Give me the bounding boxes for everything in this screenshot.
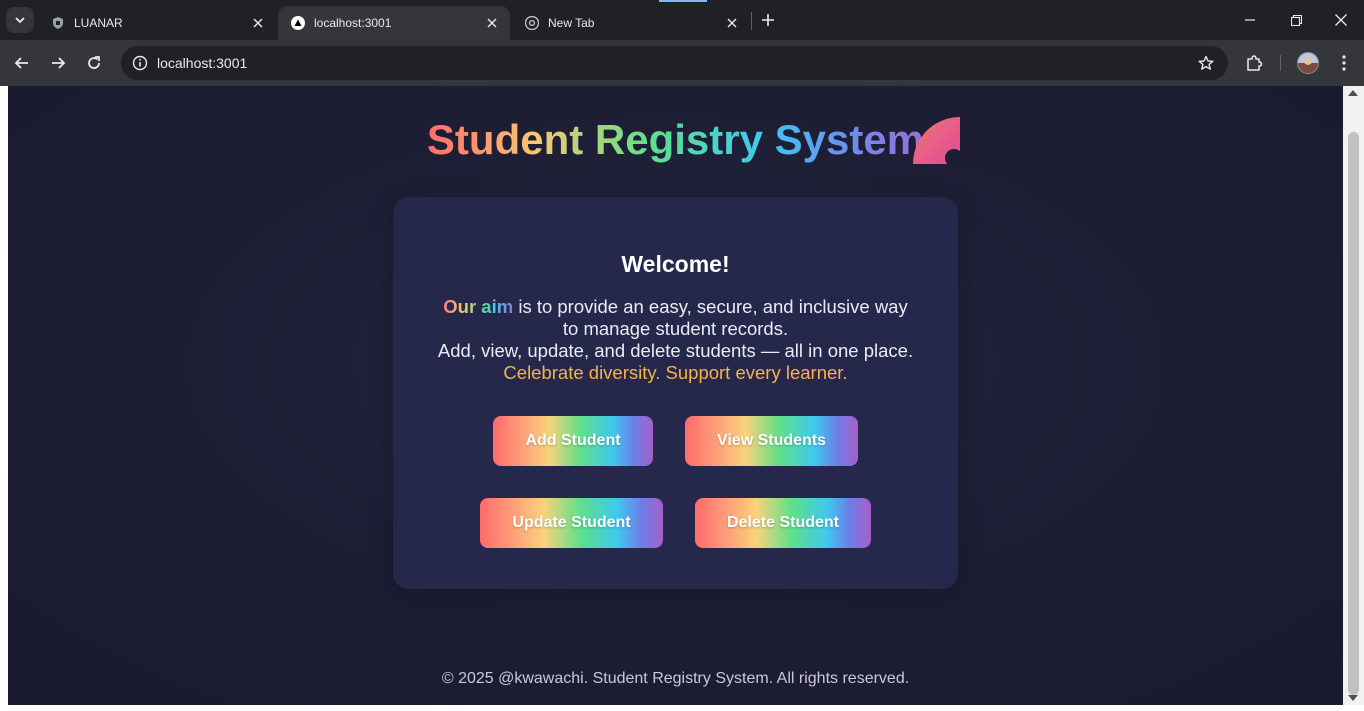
description-line3: Add, view, update, and delete students —…	[437, 340, 914, 361]
scroll-down-arrow-icon[interactable]	[1348, 695, 1358, 701]
window-border	[0, 86, 8, 711]
shield-crest-icon	[50, 15, 66, 31]
reload-icon	[88, 56, 100, 69]
arrow-left-icon	[14, 57, 28, 69]
footer: © 2025 @kwawachi. Student Registry Syste…	[441, 670, 910, 687]
page-viewport: Student Registry System Welcome! Our aim…	[8, 86, 1343, 705]
tab-title: localhost:3001	[314, 16, 392, 30]
bookmark-star-icon[interactable]	[1196, 53, 1216, 73]
reload-button[interactable]	[80, 49, 108, 77]
tab-activity-indicator	[659, 0, 707, 2]
arrow-right-icon	[52, 57, 66, 69]
new-tab-button[interactable]	[756, 8, 780, 32]
add-student-button[interactable]: Add Student	[493, 416, 653, 466]
site-info-icon[interactable]	[127, 50, 153, 76]
extensions-button[interactable]	[1240, 49, 1268, 77]
chevron-down-icon	[15, 17, 25, 24]
celebrate-line: Celebrate diversity. Support every learn…	[503, 362, 848, 383]
puzzle-icon	[1247, 55, 1263, 71]
url-text[interactable]: localhost:3001	[157, 55, 247, 71]
toolbar-divider	[1280, 55, 1281, 71]
update-student-button[interactable]: Update Student	[480, 498, 663, 548]
browser-toolbar: localhost:3001	[0, 40, 1364, 86]
delete-student-button[interactable]: Delete Student	[695, 498, 871, 548]
kebab-menu-icon	[1342, 55, 1346, 71]
welcome-card: Welcome! Our aim is to provide an easy, …	[393, 197, 958, 589]
vertical-scrollbar[interactable]	[1343, 86, 1364, 705]
window-border	[0, 705, 1364, 711]
scrollbar-thumb[interactable]	[1348, 132, 1359, 695]
close-icon[interactable]	[724, 15, 740, 31]
description-line2: to manage student records.	[562, 318, 789, 339]
close-icon[interactable]	[250, 15, 266, 31]
back-button[interactable]	[8, 49, 36, 77]
tab-luanar[interactable]: LUANAR	[38, 6, 276, 40]
page-title: Student Registry System	[8, 116, 1343, 164]
address-bar[interactable]: localhost:3001	[121, 46, 1228, 80]
minimize-icon	[1245, 19, 1255, 21]
description-line1: is to provide an easy, secure, and inclu…	[513, 296, 908, 317]
close-window-button[interactable]	[1318, 0, 1364, 40]
menu-button[interactable]	[1330, 49, 1358, 77]
view-students-button[interactable]: View Students	[685, 416, 858, 466]
plus-icon	[762, 14, 774, 26]
restore-icon	[1290, 14, 1302, 26]
triangle-logo-icon	[290, 15, 306, 31]
tab-search-button[interactable]	[6, 7, 34, 33]
chrome-icon	[524, 15, 540, 31]
profile-avatar[interactable]	[1297, 52, 1319, 74]
restore-button[interactable]	[1273, 0, 1319, 40]
tab-strip: LUANAR localhost:3001 New Tab	[0, 0, 1364, 40]
tab-localhost[interactable]: localhost:3001	[278, 6, 510, 40]
page-title-text: Student Registry System	[426, 116, 925, 163]
minimize-button[interactable]	[1227, 0, 1273, 40]
tab-divider	[751, 12, 752, 30]
welcome-heading: Welcome!	[621, 251, 730, 277]
logo-notch	[945, 149, 963, 167]
tab-new-tab[interactable]: New Tab	[512, 6, 750, 40]
aim-highlight: Our aim	[443, 296, 514, 317]
tab-title: LUANAR	[74, 16, 123, 30]
close-icon[interactable]	[484, 15, 500, 31]
close-icon	[1335, 14, 1347, 26]
scroll-up-arrow-icon[interactable]	[1348, 90, 1358, 96]
description: Our aim is to provide an easy, secure, a…	[393, 296, 958, 384]
forward-button[interactable]	[44, 49, 72, 77]
tab-title: New Tab	[548, 16, 595, 30]
